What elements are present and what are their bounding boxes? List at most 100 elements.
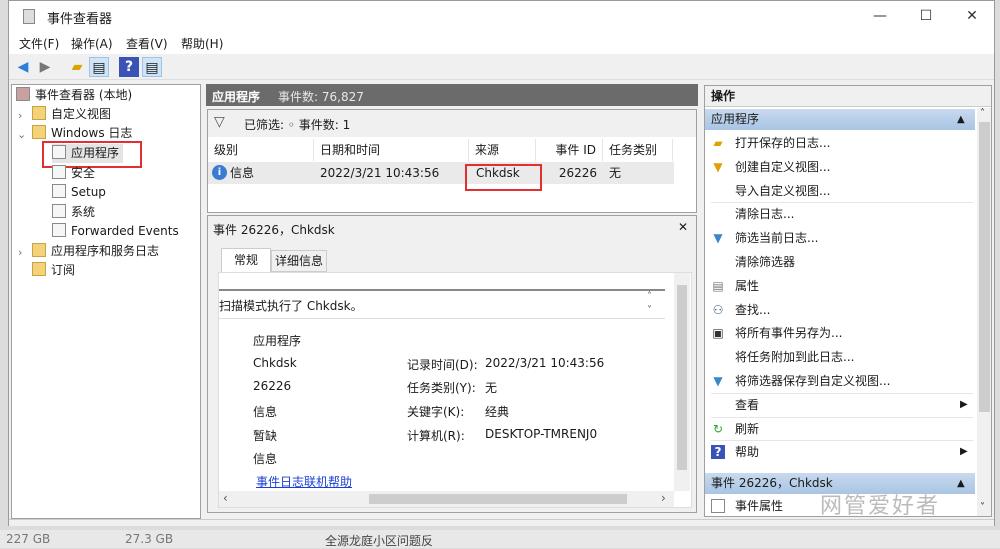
submenu-arrow-icon: ▶	[960, 398, 968, 410]
level-value: 信息	[253, 405, 278, 419]
tab-general[interactable]: 常规	[221, 248, 271, 272]
action-create-custom-view[interactable]: 创建自定义视图...	[735, 156, 830, 179]
action-save-all-events-as[interactable]: 将所有事件另存为...	[735, 322, 842, 345]
up-folder-icon[interactable]: ▰	[67, 57, 87, 77]
computer-label: 计算机(R):	[407, 429, 465, 443]
background-desktop: 227 GB 27.3 GB 全源龙庭小区问题反	[0, 530, 1000, 548]
opcode-value: 信息	[253, 452, 278, 466]
horizontal-scrollbar[interactable]: ‹ ›	[219, 491, 674, 507]
action-filter-current-log[interactable]: 筛选当前日志...	[735, 227, 818, 250]
description-box[interactable]: 扫描模式执行了 Chkdsk。 ˄ ˅	[219, 289, 665, 319]
keywords-value: 经典	[485, 405, 510, 419]
bg-text: 27.3 GB	[125, 532, 174, 546]
log-name: 应用程序	[212, 90, 261, 104]
collapse-icon[interactable]: ▲	[957, 109, 965, 130]
menu-view[interactable]: 查看(V)	[126, 35, 168, 52]
title-bar: 事件查看器 — ☐ ✕	[9, 1, 994, 31]
maximize-button[interactable]: ☐	[903, 1, 949, 31]
actions-pane: 操作 应用程序 ▲ 打开保存的日志... ▰ 创建自定义视图... ▼ 导入自定义视图..…	[704, 85, 992, 517]
action-import-custom-view[interactable]: 导入自定义视图...	[735, 180, 830, 203]
scrollbar-thumb[interactable]	[369, 494, 627, 504]
user-value: 暂缺	[253, 429, 278, 443]
actions-section-application[interactable]: 应用程序 ▲	[705, 109, 975, 130]
tree-root[interactable]: 事件查看器 (本地)	[16, 86, 132, 105]
actions-scrollbar[interactable]: ˄ ˅	[977, 108, 991, 516]
action-refresh[interactable]: 刷新	[735, 418, 759, 441]
log-icon	[52, 204, 66, 218]
log-icon	[52, 223, 66, 237]
action-clear-filter[interactable]: 清除筛选器	[735, 251, 795, 274]
tree-log-setup[interactable]: Setup	[52, 183, 106, 202]
menu-help[interactable]: 帮助(H)	[181, 35, 223, 52]
menu-file[interactable]: 文件(F)	[19, 35, 59, 52]
actions-header: 操作	[705, 86, 991, 107]
show-hide-tree-icon[interactable]: ▤	[89, 57, 109, 77]
back-icon[interactable]: ◀	[13, 57, 33, 77]
tree-log-forwarded[interactable]: Forwarded Events	[52, 222, 179, 241]
open-log-icon: ▰	[713, 136, 723, 150]
column-task[interactable]: 任务类别	[603, 139, 673, 161]
folder-icon	[32, 106, 46, 120]
forward-icon[interactable]: ▶	[35, 57, 55, 77]
tree-log-security[interactable]: 安全	[52, 164, 95, 183]
action-attach-task[interactable]: 将任务附加到此日志...	[735, 346, 854, 369]
table-row[interactable]: i 信息 2022/3/21 10:43:56 Chkdsk 26226 无	[208, 162, 674, 184]
tree-custom-views[interactable]: 自定义视图	[32, 105, 111, 124]
action-open-saved-log[interactable]: 打开保存的日志...	[735, 132, 830, 155]
tree-label: 系统	[71, 205, 96, 219]
expand-chevron-icon[interactable]: ›	[18, 246, 22, 259]
column-source[interactable]: 来源	[469, 139, 536, 161]
general-tab-content: 扫描模式执行了 Chkdsk。 ˄ ˅ 应用程序 Chkdsk 26226 信息…	[218, 272, 692, 508]
scroll-down-icon[interactable]: ˅	[980, 502, 985, 513]
tree-log-system[interactable]: 系统	[52, 203, 95, 222]
menu-action[interactable]: 操作(A)	[71, 35, 113, 52]
tree-label: Setup	[71, 185, 106, 199]
column-event-id[interactable]: 事件 ID	[536, 139, 603, 161]
action-save-filter-to-view[interactable]: 将筛选器保存到自定义视图...	[735, 370, 890, 393]
scroll-down-icon[interactable]: ˅	[647, 305, 652, 316]
folder-icon	[32, 243, 46, 257]
cell-task: 无	[609, 166, 622, 180]
action-find[interactable]: 查找...	[735, 299, 770, 322]
help-icon[interactable]: ?	[119, 57, 139, 77]
online-help-link[interactable]: 事件日志联机帮助	[256, 473, 352, 490]
vertical-scrollbar[interactable]	[674, 273, 690, 491]
detail-close-button[interactable]: ✕	[678, 220, 688, 234]
help-icon: ?	[711, 445, 725, 460]
action-event-properties[interactable]: 事件属性	[735, 495, 783, 516]
scroll-left-icon[interactable]: ‹	[223, 491, 228, 505]
collapse-icon[interactable]: ▲	[957, 473, 965, 494]
tree-subscriptions[interactable]: 订阅	[32, 261, 75, 280]
expand-chevron-icon[interactable]: ›	[18, 109, 22, 122]
action-help[interactable]: 帮助	[735, 441, 759, 464]
close-button[interactable]: ✕	[949, 1, 995, 31]
action-clear-log[interactable]: 清除日志...	[735, 203, 794, 226]
action-view[interactable]: 查看	[735, 394, 759, 417]
tab-details[interactable]: 详细信息	[271, 250, 327, 272]
action-properties[interactable]: 属性	[735, 275, 759, 298]
window-title: 事件查看器	[47, 12, 113, 27]
event-list-pane: ▽ 已筛选: ◦ 事件数: 1 级别 日期和时间 来源 事件 ID 任务类别 i…	[207, 109, 697, 213]
scroll-right-icon[interactable]: ›	[661, 491, 666, 505]
collapse-chevron-icon[interactable]: ⌄	[17, 128, 26, 141]
event-count: 事件数: 76,827	[278, 90, 364, 104]
scroll-up-icon[interactable]: ˄	[647, 291, 652, 302]
tree-app-service-logs[interactable]: 应用程序和服务日志	[32, 242, 159, 261]
app-icon	[23, 9, 35, 24]
scrollbar-thumb[interactable]	[979, 122, 990, 412]
keywords-label: 关键字(K):	[407, 405, 465, 419]
save-filter-icon: ▼	[713, 374, 723, 388]
cell-datetime: 2022/3/21 10:43:56	[320, 166, 440, 180]
filter-icon: ▽	[214, 114, 225, 130]
log-name-value: 应用程序	[253, 334, 302, 348]
table-header: 级别 日期和时间 来源 事件 ID 任务类别	[208, 139, 674, 161]
tree-label: Forwarded Events	[71, 224, 179, 238]
scroll-up-icon[interactable]: ˄	[980, 108, 985, 119]
status-bar	[9, 519, 994, 526]
column-level[interactable]: 级别	[208, 139, 314, 161]
show-hide-action-pane-icon[interactable]: ▤	[142, 57, 162, 77]
find-icon: ⚇	[712, 302, 724, 317]
scrollbar-thumb[interactable]	[677, 285, 687, 470]
column-datetime[interactable]: 日期和时间	[314, 139, 469, 161]
minimize-button[interactable]: —	[857, 1, 903, 31]
